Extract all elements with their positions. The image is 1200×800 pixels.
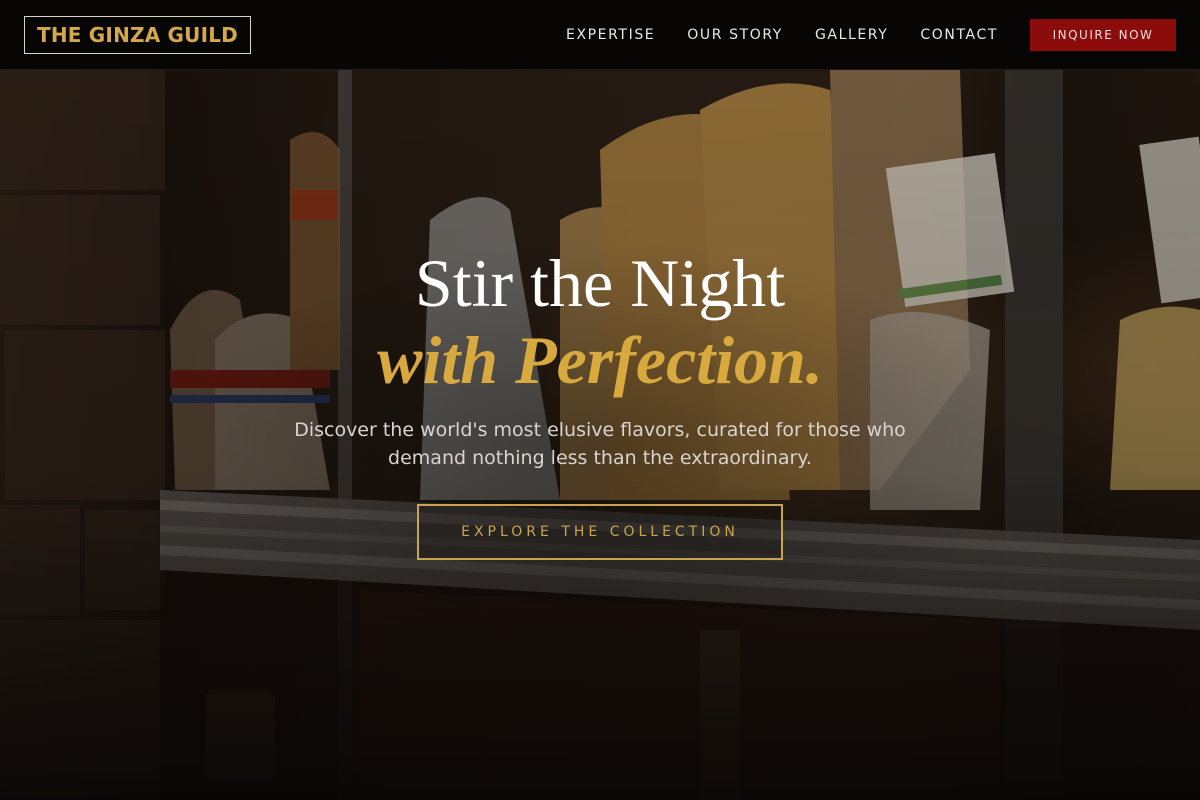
top-navigation: THE GINZA GUILD EXPERTISE OUR STORY GALL… <box>0 0 1200 70</box>
hero-section: Stir the Night with Perfection. Discover… <box>0 240 1200 560</box>
hero-headline-line2: with Perfection. <box>377 322 823 398</box>
inquire-now-button[interactable]: INQUIRE NOW <box>1030 18 1176 51</box>
nav-links: EXPERTISE OUR STORY GALLERY CONTACT INQU… <box>566 18 1176 51</box>
nav-link-contact[interactable]: CONTACT <box>920 27 998 43</box>
nav-link-expertise[interactable]: EXPERTISE <box>566 27 655 43</box>
nav-link-our-story[interactable]: OUR STORY <box>687 27 783 43</box>
hero-headline-line1: Stir the Night <box>414 245 786 321</box>
hero-subtitle: Discover the world's most elusive flavor… <box>294 419 906 469</box>
site-logo[interactable]: THE GINZA GUILD <box>24 15 251 54</box>
explore-collection-button[interactable]: EXPLORE THE COLLECTION <box>417 504 783 560</box>
nav-link-gallery[interactable]: GALLERY <box>815 27 888 43</box>
